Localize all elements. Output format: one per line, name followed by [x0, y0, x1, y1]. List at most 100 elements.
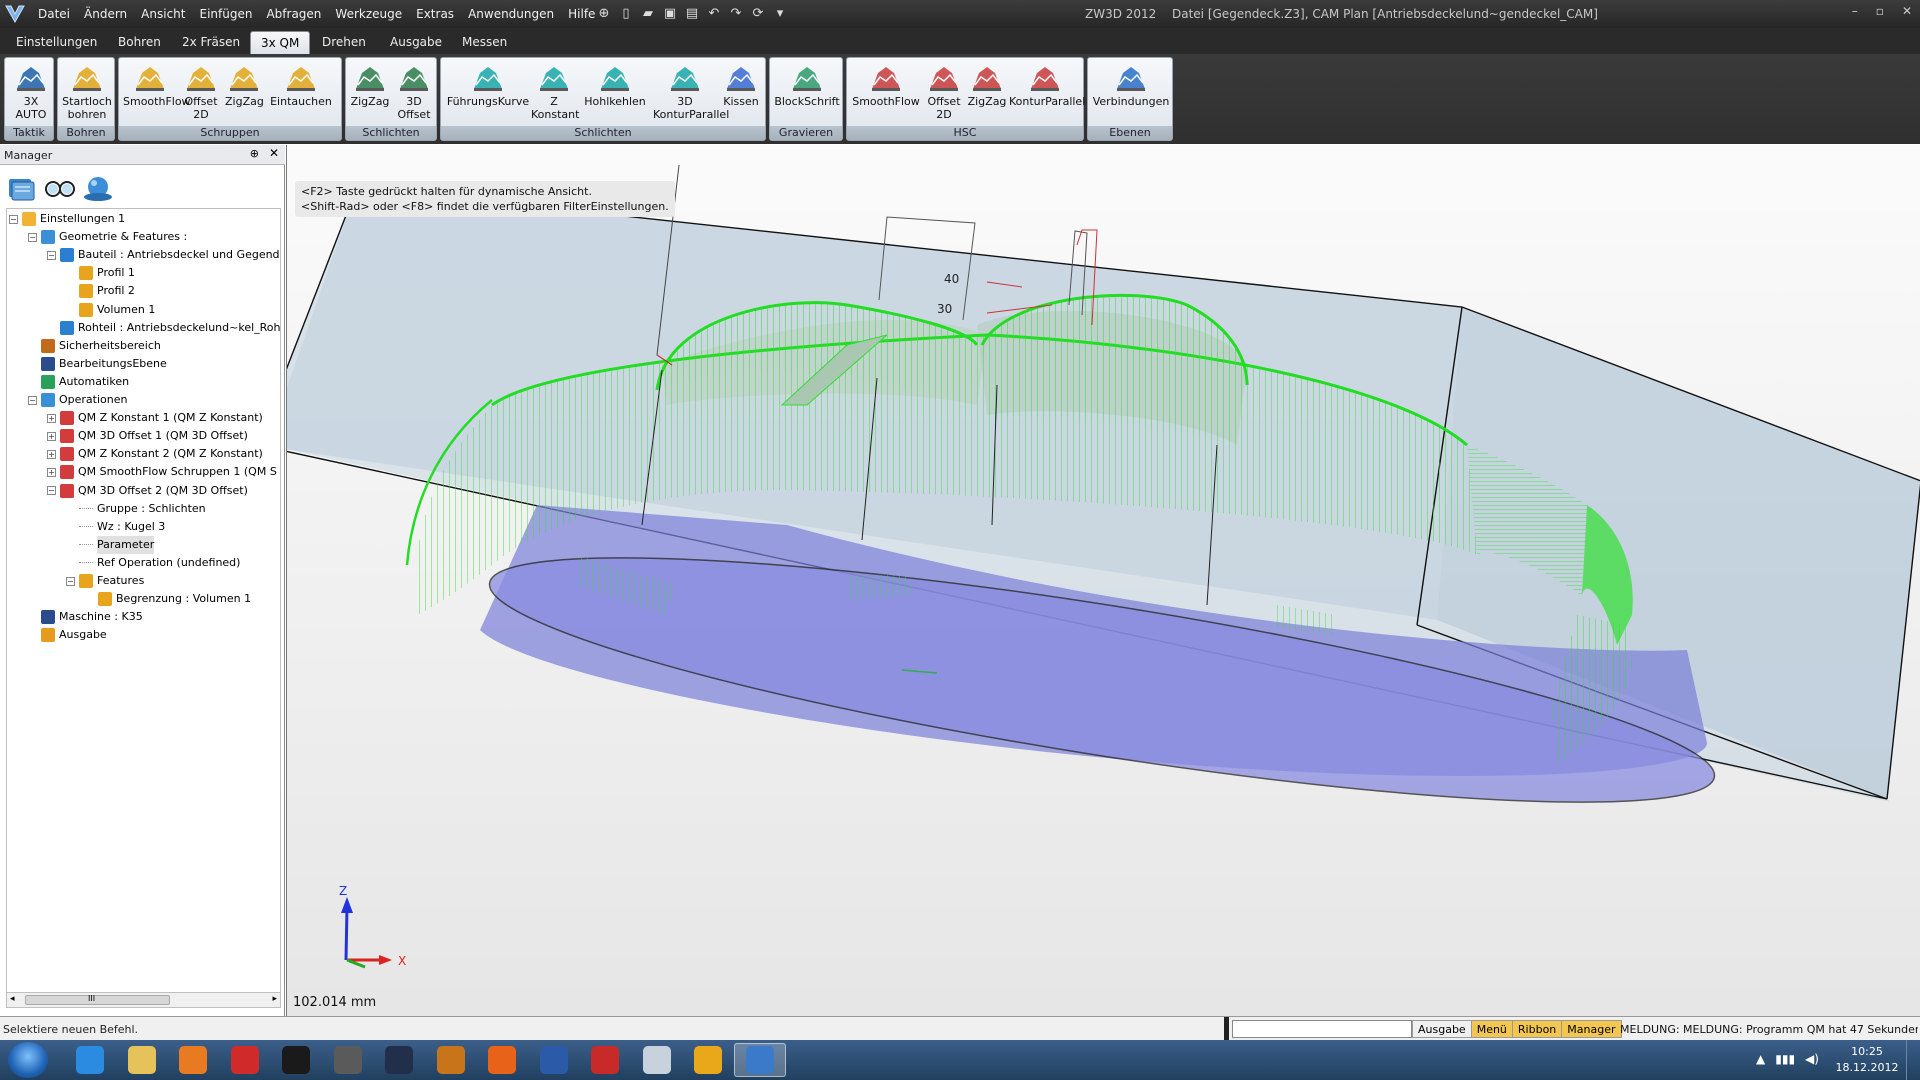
ribbon-button-kissen-4[interactable]: Kissen: [719, 63, 763, 108]
3d-viewport[interactable]: 40 30 Z X <F2> Taste gedrückt halten für…: [286, 145, 1920, 1016]
tree-node-profil-2[interactable]: Profil 2: [66, 282, 135, 300]
taskbar-button-film[interactable]: [322, 1043, 374, 1077]
menu-hilfe[interactable]: Hilfe: [568, 7, 595, 21]
tree-node-features[interactable]: − Features: [66, 572, 144, 590]
menu-extras[interactable]: Extras: [416, 7, 454, 21]
taskbar-button-word[interactable]: [528, 1043, 580, 1077]
history-manager-icon[interactable]: [6, 173, 38, 203]
taskbar-button-firefox[interactable]: [476, 1043, 528, 1077]
tree-node-profil-1[interactable]: Profil 1: [66, 264, 135, 282]
ribbon-button-zigzag-3[interactable]: ZigZag: [349, 63, 391, 108]
tree-node-sicherheitsbereich[interactable]: Sicherheitsbereich: [28, 337, 161, 355]
taskbar-button-explorer[interactable]: [116, 1043, 168, 1077]
scroll-thumb[interactable]: III: [25, 994, 170, 1005]
tree-node-qm-smoothflow-schruppen-1-qm-s[interactable]: + QM SmoothFlow Schruppen 1 (QM S: [47, 463, 277, 481]
menu-einfuegen[interactable]: Einfügen: [199, 7, 252, 21]
taskbar-button-runner[interactable]: [425, 1043, 477, 1077]
menu-datei[interactable]: Datei: [38, 7, 70, 21]
ribbon-button-z-konstant-4[interactable]: Z Konstant: [531, 63, 579, 121]
expand-icon[interactable]: +: [47, 413, 56, 423]
ribbon-button-3x-auto-0[interactable]: 3X AUTO: [8, 63, 54, 121]
expand-icon[interactable]: +: [47, 431, 56, 441]
tree-node-qm-z-konstant-2-qm-z-konstant[interactable]: + QM Z Konstant 2 (QM Z Konstant): [47, 445, 263, 463]
pin-icon[interactable]: ⊕: [250, 147, 259, 160]
tree-node-bauteil-antriebsdeckel-und-geg[interactable]: − Bauteil : Antriebsdeckel und Gegende: [47, 246, 280, 264]
tree-node-geometrie-features[interactable]: − Geometrie & Features :: [28, 228, 187, 246]
close-button[interactable]: ✕: [1902, 4, 1912, 18]
status-tab-menue[interactable]: Menü: [1470, 1020, 1513, 1038]
tree-node-bearbeitungsebene[interactable]: BearbeitungsEbene: [28, 355, 167, 373]
taskbar-button-puzzle[interactable]: [682, 1043, 734, 1077]
ribbon-button-zigzag-2[interactable]: ZigZag: [225, 63, 264, 108]
tree-node-qm-z-konstant-1-qm-z-konstant[interactable]: + QM Z Konstant 1 (QM Z Konstant): [47, 409, 263, 427]
menu-anwendungen[interactable]: Anwendungen: [468, 7, 554, 21]
print-icon[interactable]: ▤: [684, 5, 700, 21]
ribbon-button-eintauchen-2[interactable]: Eintauchen: [265, 63, 337, 108]
tab-2x-fraesen[interactable]: 2x Fräsen: [172, 31, 250, 54]
minimize-button[interactable]: –: [1852, 4, 1858, 18]
status-tab-ribbon[interactable]: Ribbon: [1511, 1020, 1563, 1038]
menu-abfragen[interactable]: Abfragen: [266, 7, 321, 21]
scroll-right-icon[interactable]: ▸: [272, 994, 277, 1004]
menu-ansicht[interactable]: Ansicht: [141, 7, 185, 21]
ribbon-button-verbindungen-7[interactable]: Verbindungen: [1091, 63, 1171, 108]
save-icon[interactable]: ▣: [662, 5, 678, 21]
taskbar-button-terminal[interactable]: [373, 1043, 425, 1077]
tree-node-qm-3d-offset-1-qm-3d-offset[interactable]: + QM 3D Offset 1 (QM 3D Offset): [47, 427, 248, 445]
scroll-left-icon[interactable]: ◂: [10, 994, 15, 1004]
network-icon[interactable]: ▮▮▮: [1775, 1052, 1795, 1066]
ribbon-button-offset-2d-6[interactable]: Offset 2D: [923, 63, 965, 121]
ribbon-button-startloch-bohren-1[interactable]: Startloch bohren: [61, 63, 113, 121]
ribbon-button-zigzag-6[interactable]: ZigZag: [967, 63, 1007, 108]
show-desktop-button[interactable]: [1906, 1040, 1920, 1080]
tree-node-qm-3d-offset-2-qm-3d-offset[interactable]: − QM 3D Offset 2 (QM 3D Offset): [47, 482, 248, 500]
ribbon-button-smoothflow-6[interactable]: SmoothFlow: [851, 63, 921, 108]
tab-einstellungen[interactable]: Einstellungen: [6, 31, 107, 54]
model-canvas[interactable]: 40 30 Z X: [287, 145, 1920, 1016]
maximize-button[interactable]: ▫: [1876, 4, 1884, 18]
collapse-icon[interactable]: −: [9, 214, 18, 224]
taskbar-button-magnifier[interactable]: [631, 1043, 683, 1077]
tab-drehen[interactable]: Drehen: [312, 31, 376, 54]
ribbon-button-konturparallel-6[interactable]: KonturParallel: [1009, 63, 1085, 108]
taskbar-button-m-app[interactable]: [579, 1043, 631, 1077]
tree-node-ausgabe[interactable]: Ausgabe: [28, 626, 107, 644]
new-file-icon[interactable]: ▯: [618, 5, 634, 21]
tab-3x-qm[interactable]: 3x QM: [250, 31, 311, 54]
collapse-icon[interactable]: −: [66, 576, 75, 586]
tree-node-gruppe-schlichten[interactable]: Gruppe : Schlichten: [66, 500, 206, 518]
expand-icon[interactable]: +: [47, 449, 56, 459]
taskbar-button-zw3d-active[interactable]: [733, 1043, 786, 1077]
tab-ausgabe[interactable]: Ausgabe: [380, 31, 452, 54]
ribbon-button-3d-offset-3[interactable]: 3D Offset: [393, 63, 435, 121]
view-manager-icon[interactable]: [44, 173, 76, 203]
ribbon-button-hohlkehlen-4[interactable]: Hohlkehlen: [579, 63, 651, 108]
expand-icon[interactable]: +: [47, 467, 56, 477]
collapse-icon[interactable]: −: [47, 486, 56, 495]
collapse-icon[interactable]: −: [28, 232, 37, 242]
menu-aendern[interactable]: Ändern: [84, 7, 127, 21]
tree-horizontal-scrollbar[interactable]: ◂ III ▸: [6, 992, 281, 1008]
ribbon-button-smoothflow-2[interactable]: SmoothFlow: [123, 63, 191, 108]
tree-node-maschine-k35[interactable]: Maschine : K35: [28, 608, 143, 626]
show-hidden-icons-icon[interactable]: ▲: [1756, 1052, 1765, 1066]
tree-node-rohteil-antriebsdeckelund-kel-[interactable]: Rohteil : Antriebsdeckelund~kel_Roht: [47, 319, 280, 337]
start-button[interactable]: [8, 1042, 48, 1078]
tree-node-volumen-1[interactable]: Volumen 1: [66, 301, 155, 319]
status-tab-manager[interactable]: Manager: [1561, 1020, 1622, 1038]
ribbon-button-blockschrift-5[interactable]: BlockSchrift: [773, 63, 841, 108]
ribbon-button-offset-2d-2[interactable]: Offset 2D: [179, 63, 223, 121]
ribbon-button-fuehrungskurve-4[interactable]: FührungsKurve: [445, 63, 531, 108]
zw3d-logo-icon[interactable]: [4, 3, 26, 25]
taskbar-button-ie[interactable]: [64, 1043, 116, 1077]
ribbon-button-3d-konturparallel-4[interactable]: 3D KonturParallel: [653, 63, 729, 121]
volume-icon[interactable]: ◀): [1805, 1052, 1819, 1066]
tree-node-einstellungen-1[interactable]: − Einstellungen 1: [9, 210, 125, 228]
object-manager-icon[interactable]: [82, 173, 114, 203]
customize-icon[interactable]: ▾: [772, 5, 788, 21]
tab-bohren[interactable]: Bohren: [108, 31, 171, 54]
taskbar-button-zw3d-taskbar[interactable]: [270, 1043, 322, 1077]
tree-node-ref-operation-undefined[interactable]: Ref Operation (undefined): [66, 554, 240, 572]
tree-node-parameter[interactable]: Parameter: [66, 535, 155, 554]
undo-icon[interactable]: ↶: [706, 5, 722, 21]
